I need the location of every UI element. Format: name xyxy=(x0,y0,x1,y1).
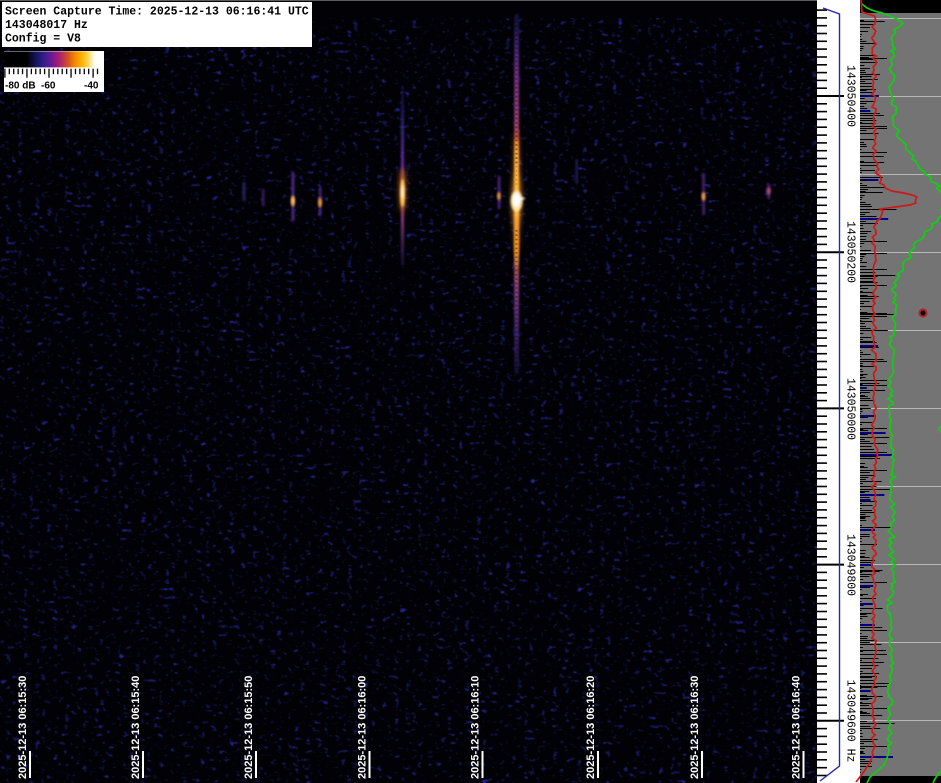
svg-text:-80 dB: -80 dB xyxy=(5,81,36,92)
svg-text:2025-12-13 06:16:20: 2025-12-13 06:16:20 xyxy=(585,676,597,779)
svg-text:2025-12-13 06:16:00: 2025-12-13 06:16:00 xyxy=(357,676,369,779)
svg-text:143048017 Hz: 143048017 Hz xyxy=(5,19,88,32)
svg-text:143050400: 143050400 xyxy=(844,65,857,127)
svg-text:2025-12-13 06:16:40: 2025-12-13 06:16:40 xyxy=(791,676,803,779)
svg-text:143049800: 143049800 xyxy=(844,534,857,596)
svg-text:Screen Capture Time: 2025-12-1: Screen Capture Time: 2025-12-13 06:16:41… xyxy=(5,6,309,19)
svg-text:2025-12-13 06:15:50: 2025-12-13 06:15:50 xyxy=(243,676,255,779)
svg-text:143049600 Hz: 143049600 Hz xyxy=(844,680,857,763)
svg-text:2025-12-13 06:16:10: 2025-12-13 06:16:10 xyxy=(470,676,482,779)
svg-text:2025-12-13 06:15:40: 2025-12-13 06:15:40 xyxy=(130,676,142,779)
svg-text:-60: -60 xyxy=(41,81,56,92)
svg-text:Config = V8: Config = V8 xyxy=(5,32,81,45)
svg-text:-40: -40 xyxy=(84,81,99,92)
svg-text:143050000: 143050000 xyxy=(844,378,857,440)
svg-text:2025-12-13 06:15:30: 2025-12-13 06:15:30 xyxy=(17,676,29,779)
svg-text:2025-12-13 06:16:30: 2025-12-13 06:16:30 xyxy=(689,676,701,779)
svg-text:143050200: 143050200 xyxy=(844,221,857,283)
